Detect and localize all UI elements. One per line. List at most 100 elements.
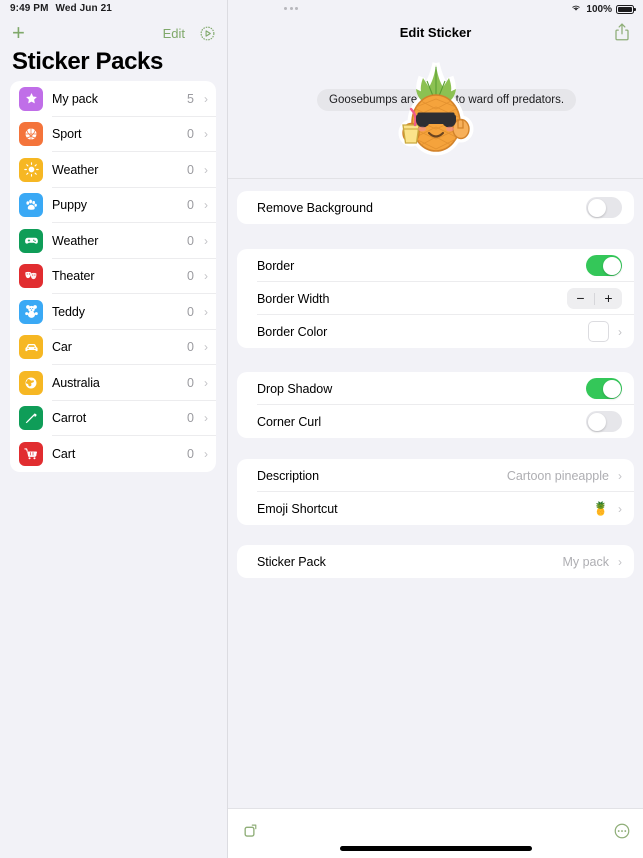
wifi-icon — [570, 3, 582, 15]
theater-masks-icon — [19, 264, 43, 289]
row-border-color[interactable]: Border Color › — [237, 315, 634, 348]
stepper-increment-button[interactable]: + — [595, 288, 622, 309]
list-item[interactable]: My pack 5 › — [10, 81, 216, 117]
corner-curl-toggle[interactable] — [586, 411, 622, 432]
multitask-dots-icon[interactable] — [284, 7, 298, 10]
toggle-knob — [602, 379, 621, 398]
border-color-swatch[interactable] — [588, 321, 609, 342]
status-bar-right: 100% — [570, 3, 636, 15]
list-item-label: Puppy — [52, 198, 87, 213]
toggle-knob — [587, 198, 606, 217]
row-corner-curl[interactable]: Corner Curl — [237, 405, 634, 438]
row-label: Corner Curl — [257, 414, 322, 429]
sidebar: 9:49 PM Wed Jun 21 + Edit Sticker Packs … — [0, 0, 228, 858]
chevron-right-icon: › — [204, 446, 208, 461]
list-item-count: 0 — [187, 375, 194, 390]
teddy-bear-icon — [19, 299, 43, 324]
list-item-count: 0 — [187, 198, 194, 213]
rotate-square-icon[interactable] — [242, 821, 261, 845]
shopping-cart-icon — [19, 441, 43, 466]
list-item-count: 0 — [187, 162, 194, 177]
chevron-right-icon: › — [618, 501, 622, 516]
row-label: Description — [257, 468, 319, 483]
add-pack-button[interactable]: + — [12, 22, 34, 44]
status-bar-left: 9:49 PM Wed Jun 21 — [10, 3, 112, 14]
list-item[interactable]: Australia 0 › — [10, 365, 216, 401]
list-item-label: Car — [52, 340, 72, 355]
list-item[interactable]: Car 0 › — [10, 330, 216, 366]
share-icon[interactable] — [613, 22, 631, 42]
chevron-right-icon: › — [204, 233, 208, 248]
list-item[interactable]: Cart 0 › — [10, 436, 216, 472]
more-circle-icon[interactable] — [613, 822, 631, 845]
emoji-shortcut-value: 🍍 — [592, 500, 609, 516]
row-label: Border — [257, 258, 295, 273]
bottom-toolbar — [228, 808, 643, 858]
list-item-label: Weather — [52, 162, 99, 177]
list-item-count: 0 — [187, 446, 194, 461]
chevron-right-icon: › — [618, 468, 622, 483]
list-item-label: My pack — [52, 91, 98, 106]
row-emoji-shortcut[interactable]: Emoji Shortcut 🍍 › — [237, 492, 634, 525]
sticker-pack-list: My pack 5 › Sport 0 › Weather 0 › Puppy … — [10, 81, 216, 472]
star-icon — [19, 86, 43, 111]
list-item-label: Australia — [52, 375, 100, 390]
sticker-preview-inner: Goosebumps are meant to ward off predato… — [228, 47, 643, 178]
row-description[interactable]: Description Cartoon pineapple › — [237, 459, 634, 492]
list-item-count: 0 — [187, 340, 194, 355]
list-item-label: Teddy — [52, 304, 85, 319]
carrot-icon — [19, 406, 43, 431]
chevron-right-icon: › — [204, 375, 208, 390]
list-item[interactable]: Teddy 0 › — [10, 294, 216, 330]
list-item-count: 0 — [187, 304, 194, 319]
border-width-stepper[interactable]: − + — [567, 288, 622, 309]
nav-title: Edit Sticker — [399, 24, 472, 40]
list-item-label: Sport — [52, 127, 82, 142]
list-item[interactable]: Puppy 0 › — [10, 188, 216, 224]
chevron-right-icon: › — [618, 324, 622, 339]
list-item[interactable]: Weather 0 › — [10, 152, 216, 188]
home-indicator[interactable] — [339, 846, 532, 851]
list-item-label: Carrot — [52, 411, 87, 426]
settings-group-pack: Sticker Pack My pack › — [237, 545, 634, 578]
settings-group-effects: Drop Shadow Corner Curl — [237, 372, 634, 438]
list-item[interactable]: Theater 0 › — [10, 259, 216, 295]
edit-button[interactable]: Edit — [163, 26, 185, 41]
basketball-icon — [19, 122, 43, 147]
gamepad-icon — [19, 228, 43, 253]
row-border-width[interactable]: Border Width − + — [237, 282, 634, 315]
pineapple-sticker[interactable] — [389, 55, 483, 159]
remove-background-toggle[interactable] — [586, 197, 622, 218]
list-item[interactable]: Carrot 0 › — [10, 401, 216, 437]
description-value: Cartoon pineapple — [506, 468, 609, 483]
list-item-label: Cart — [52, 446, 76, 461]
row-label: Border Color — [257, 324, 328, 339]
sidebar-toolbar: + Edit — [0, 19, 228, 47]
battery-full-icon — [616, 4, 636, 14]
chevron-right-icon: › — [204, 411, 208, 426]
chevron-right-icon: › — [618, 554, 622, 569]
gear-play-icon[interactable] — [199, 25, 216, 42]
chevron-right-icon: › — [204, 91, 208, 106]
stepper-decrement-button[interactable]: − — [567, 288, 594, 309]
detail-pane: 100% Edit Sticker Goosebumps are meant t… — [228, 0, 643, 858]
list-item-count: 0 — [187, 233, 194, 248]
chevron-right-icon: › — [204, 127, 208, 142]
sticker-pack-value: My pack — [562, 554, 609, 569]
row-border[interactable]: Border — [237, 249, 634, 282]
border-toggle[interactable] — [586, 255, 622, 276]
row-label: Remove Background — [257, 200, 373, 215]
row-drop-shadow[interactable]: Drop Shadow — [237, 372, 634, 405]
settings-group-background: Remove Background — [237, 191, 634, 224]
sticker-preview: Goosebumps are meant to ward off predato… — [228, 47, 643, 179]
battery-percent: 100% — [586, 3, 612, 15]
row-label: Sticker Pack — [257, 554, 326, 569]
list-item-count: 0 — [187, 411, 194, 426]
list-item[interactable]: Weather 0 › — [10, 223, 216, 259]
row-sticker-pack[interactable]: Sticker Pack My pack › — [237, 545, 634, 578]
list-item[interactable]: Sport 0 › — [10, 117, 216, 153]
drop-shadow-toggle[interactable] — [586, 378, 622, 399]
globe-icon — [19, 370, 43, 395]
sun-icon — [19, 157, 43, 182]
row-remove-background[interactable]: Remove Background — [237, 191, 634, 224]
